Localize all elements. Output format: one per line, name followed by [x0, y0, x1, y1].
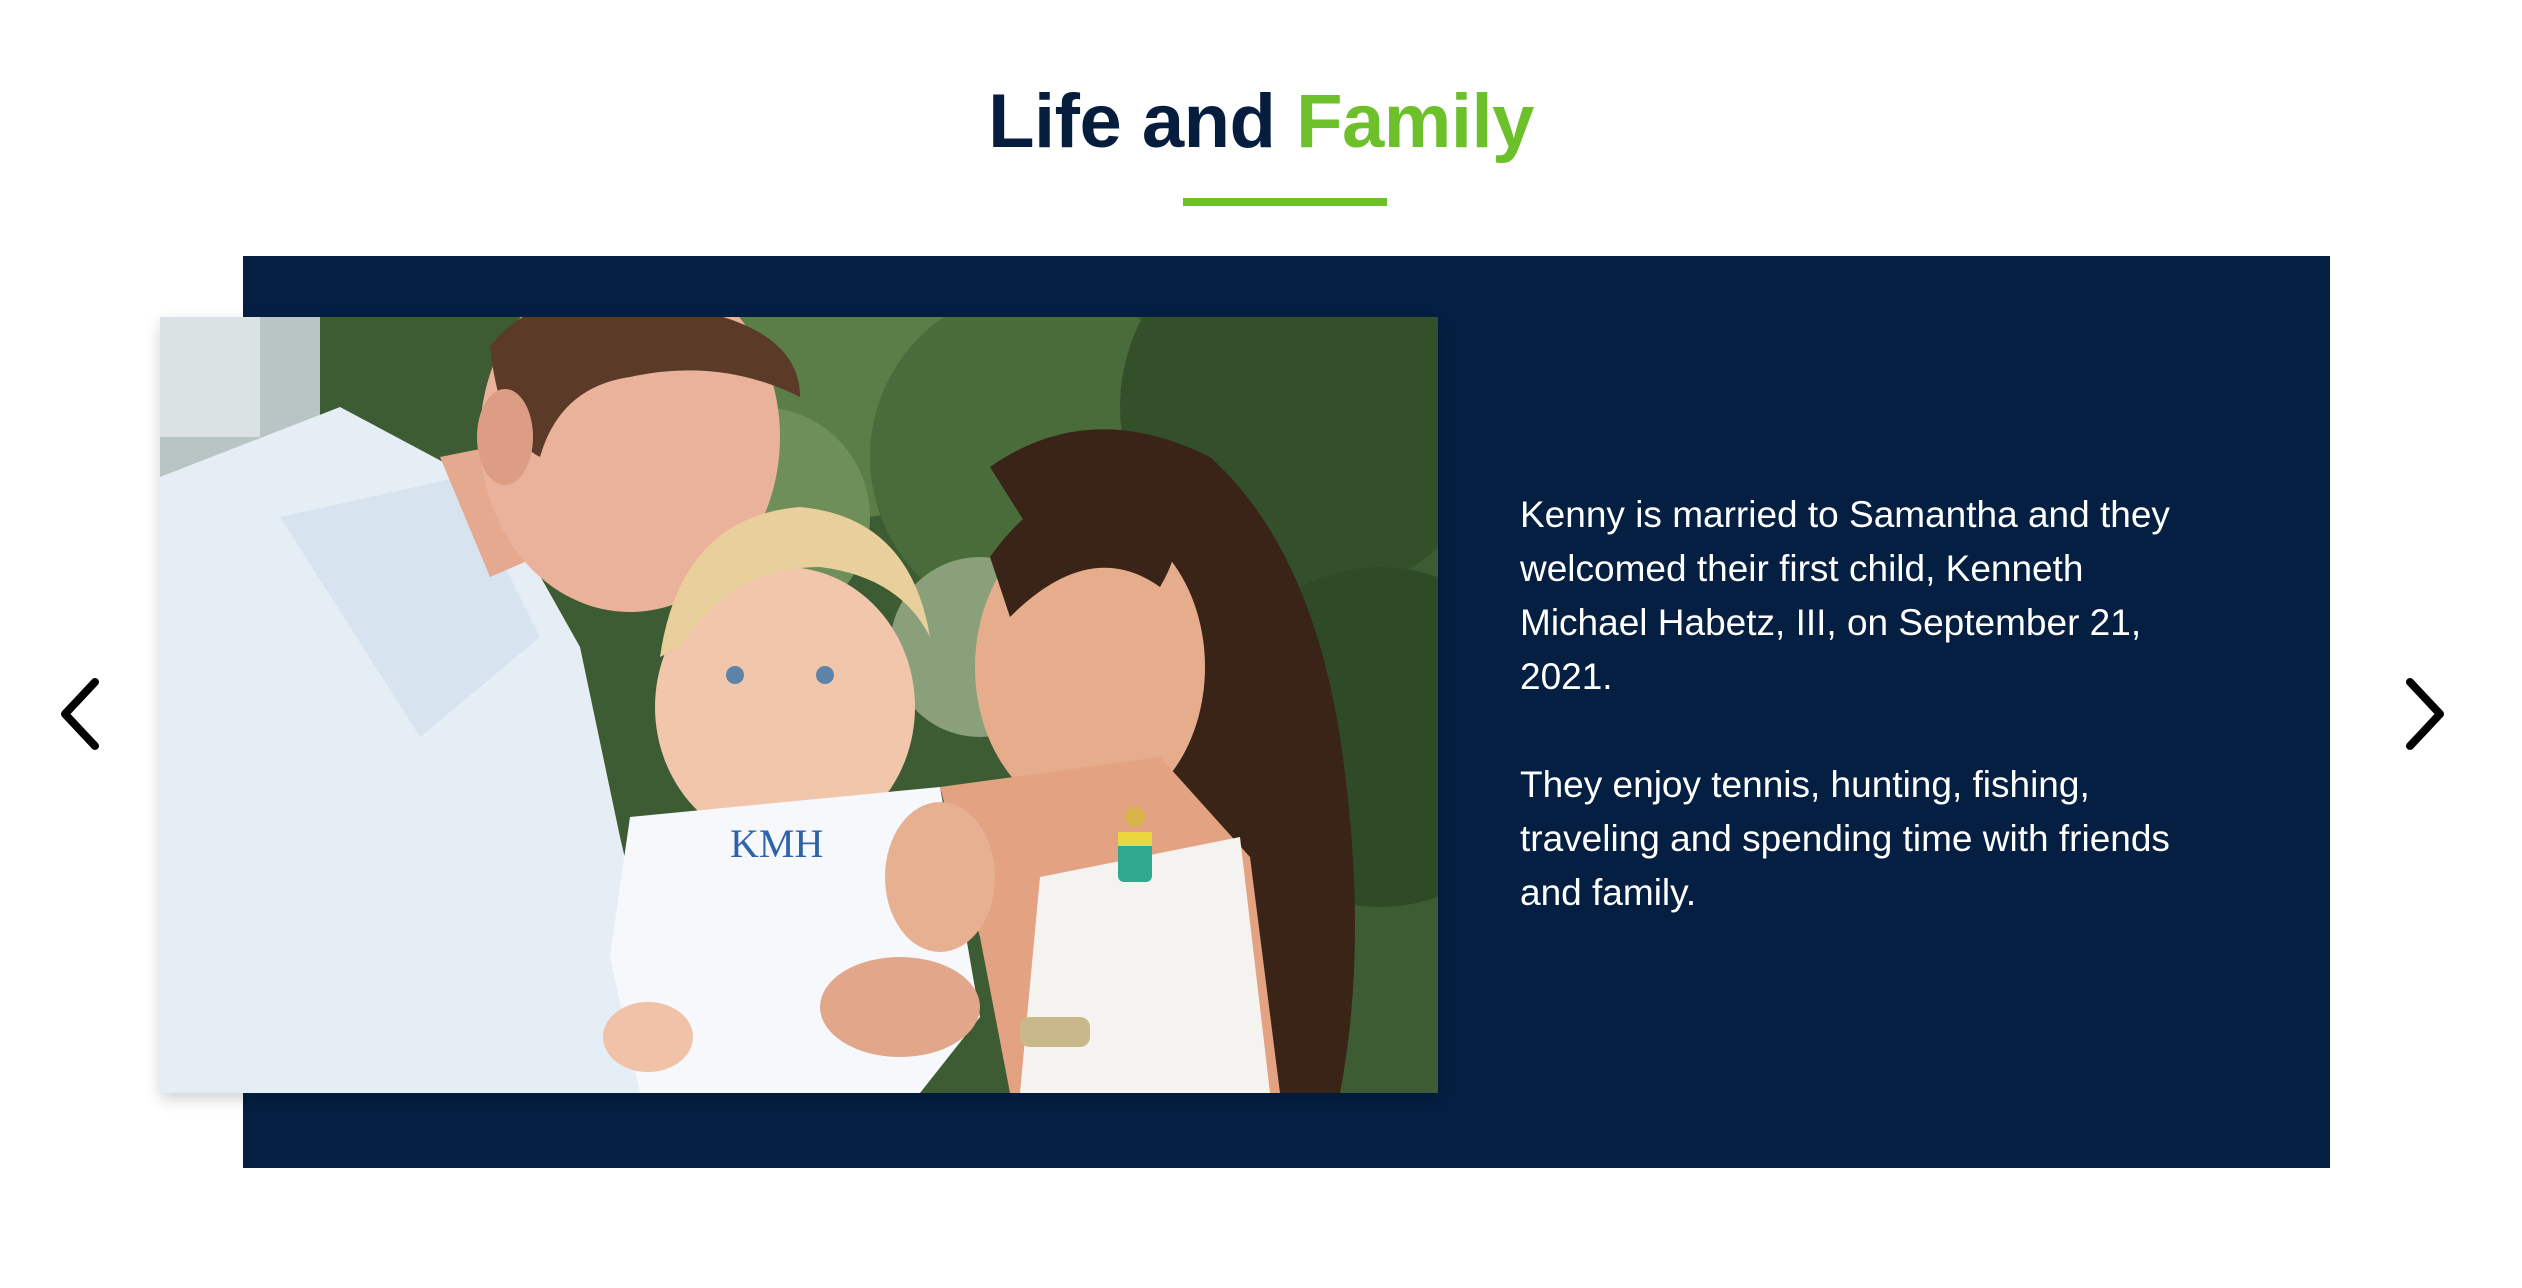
- carousel-next-button[interactable]: [2385, 664, 2465, 764]
- chevron-right-icon: [2406, 678, 2444, 750]
- chevron-left-icon: [61, 678, 99, 750]
- slide-description: Kenny is married to Samantha and they we…: [1520, 488, 2220, 974]
- section-title-accent: Family: [1296, 79, 1534, 164]
- family-photo: KMH: [160, 317, 1438, 1093]
- slide-paragraph: They enjoy tennis, hunting, fishing, tra…: [1520, 764, 2170, 913]
- section-title: Life and Family: [0, 70, 2522, 174]
- slide-paragraph: Kenny is married to Samantha and they we…: [1520, 494, 2170, 697]
- title-underline: [1183, 198, 1387, 206]
- carousel-prev-button[interactable]: [40, 664, 120, 764]
- monogram-text: KMH: [730, 821, 823, 866]
- life-and-family-section: Life and Family KMH Kenny is married to …: [0, 0, 2522, 1288]
- section-title-main: Life and: [988, 79, 1297, 164]
